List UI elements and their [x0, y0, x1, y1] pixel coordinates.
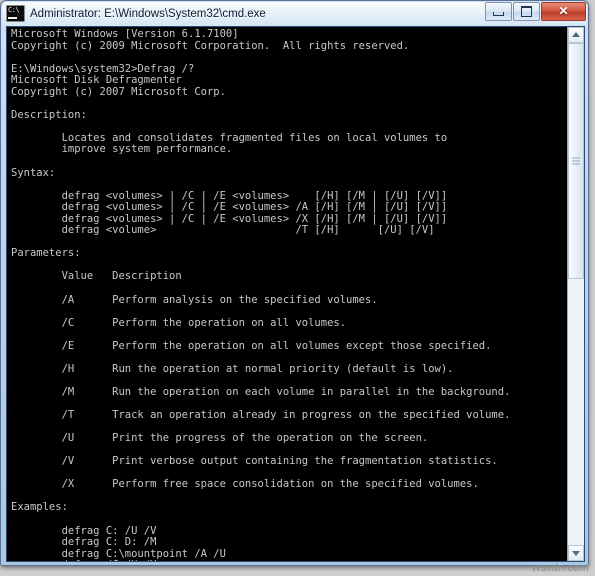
console-client-area: Microsoft Windows [Version 6.1.7100] Cop…	[6, 26, 585, 562]
minimize-icon	[486, 3, 511, 20]
window-title: Administrator: E:\Windows\System32\cmd.e…	[30, 7, 266, 20]
maximize-button[interactable]	[513, 1, 540, 21]
watermark: wsxdn.com	[532, 562, 589, 574]
scrollbar-grip-icon	[572, 156, 580, 167]
console-scrollbar[interactable]	[567, 27, 584, 561]
scroll-down-arrow-icon	[572, 551, 580, 556]
scroll-up-arrow-icon	[572, 32, 580, 37]
command-prompt-window: Administrator: E:\Windows\System32\cmd.e…	[0, 0, 589, 566]
close-icon: ✕	[558, 4, 569, 18]
cmd-console-icon	[6, 5, 25, 22]
caption-buttons: ✕	[484, 1, 588, 27]
title-bar[interactable]: Administrator: E:\Windows\System32\cmd.e…	[1, 1, 588, 26]
console-output: Microsoft Windows [Version 6.1.7100] Cop…	[11, 28, 511, 561]
scrollbar-thumb[interactable]	[568, 43, 584, 279]
scroll-down-button[interactable]	[568, 545, 584, 561]
console-screen[interactable]: Microsoft Windows [Version 6.1.7100] Cop…	[7, 27, 567, 561]
minimize-button[interactable]	[485, 1, 512, 21]
scrollbar-track[interactable]	[568, 43, 584, 545]
scroll-up-button[interactable]	[568, 27, 584, 43]
maximize-icon	[514, 3, 539, 20]
close-button[interactable]: ✕	[541, 1, 586, 21]
